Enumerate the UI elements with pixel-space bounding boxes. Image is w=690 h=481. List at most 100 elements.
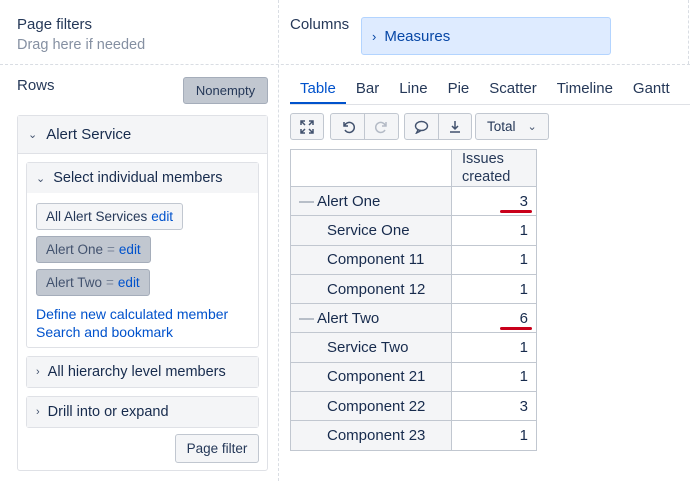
collapse-minus-icon[interactable]: — bbox=[299, 310, 314, 327]
cell-number: 6 bbox=[519, 309, 528, 327]
divider-vertical bbox=[278, 0, 279, 481]
edit-link[interactable]: edit bbox=[151, 209, 173, 224]
page-filter-button[interactable]: Page filter bbox=[175, 434, 259, 463]
tab-scatter[interactable]: Scatter bbox=[479, 72, 547, 104]
table-row: Component 12 1 bbox=[290, 273, 537, 305]
total-dropdown[interactable]: Total ⌄ bbox=[475, 113, 549, 140]
chevron-right-icon: › bbox=[36, 366, 40, 378]
comment-button[interactable] bbox=[404, 113, 439, 140]
total-label: Total bbox=[487, 119, 516, 134]
hierarchy-level-section[interactable]: › All hierarchy level members bbox=[26, 356, 259, 388]
tab-timeline[interactable]: Timeline bbox=[547, 72, 623, 104]
hierarchy-level-label: All hierarchy level members bbox=[47, 364, 226, 380]
export-button[interactable] bbox=[438, 113, 472, 140]
row-label: Alert One bbox=[317, 192, 381, 210]
cell-number: 3 bbox=[519, 397, 528, 415]
row-header-service-one[interactable]: Service One bbox=[290, 215, 452, 246]
view-tabs: Table Bar Line Pie Scatter Timeline Gant… bbox=[290, 72, 680, 104]
tab-table[interactable]: Table bbox=[290, 72, 346, 104]
cell-number: 1 bbox=[519, 280, 528, 298]
member-label: Alert One bbox=[46, 242, 104, 257]
table-row: Service Two 1 bbox=[290, 332, 537, 363]
redo-button[interactable] bbox=[364, 113, 399, 140]
cell-value: 3 bbox=[451, 185, 537, 217]
select-members-header[interactable]: ⌄ Select individual members bbox=[27, 163, 258, 193]
table-row: Component 23 1 bbox=[290, 420, 537, 451]
row-label: Alert Two bbox=[317, 309, 380, 327]
drill-expand-header[interactable]: › Drill into or expand bbox=[27, 397, 258, 427]
table-row: Component 21 1 bbox=[290, 361, 537, 393]
search-and-bookmark-link[interactable]: Search and bookmark bbox=[36, 324, 173, 340]
row-header-component-21[interactable]: Component 21 bbox=[290, 361, 452, 393]
tab-pie[interactable]: Pie bbox=[438, 72, 480, 104]
undo-icon bbox=[342, 121, 355, 133]
columns-title: Columns bbox=[290, 16, 350, 33]
rows-title: Rows bbox=[17, 77, 55, 94]
row-header-alert-one[interactable]: — Alert One bbox=[290, 185, 452, 217]
chevron-down-icon: ⌄ bbox=[527, 121, 537, 133]
cell-value: 1 bbox=[451, 332, 537, 363]
cell-value: 1 bbox=[451, 215, 537, 246]
redo-icon bbox=[374, 121, 387, 133]
cell-value: 1 bbox=[451, 361, 537, 393]
cell-number: 1 bbox=[519, 339, 528, 357]
highlight-underline bbox=[500, 210, 532, 214]
column-header-issues-created[interactable]: Issues created bbox=[451, 149, 537, 187]
page-filters-drop-hint: Drag here if needed bbox=[17, 37, 146, 53]
dimension-name: Alert Service bbox=[46, 126, 132, 143]
row-label: Component 21 bbox=[327, 368, 426, 386]
cell-value: 1 bbox=[451, 273, 537, 305]
edit-link[interactable]: edit bbox=[119, 242, 141, 257]
highlight-underline bbox=[500, 327, 532, 331]
measures-chip-label: Measures bbox=[384, 27, 451, 45]
measures-chip[interactable]: › Measures bbox=[361, 17, 611, 55]
row-label: Service One bbox=[327, 221, 410, 239]
tab-gantt[interactable]: Gantt bbox=[623, 72, 680, 104]
edit-link[interactable]: edit bbox=[118, 275, 140, 290]
tabs-underline bbox=[290, 104, 690, 105]
collapse-minus-icon[interactable]: — bbox=[299, 193, 314, 210]
undo-button[interactable] bbox=[330, 113, 365, 140]
cell-number: 1 bbox=[519, 427, 528, 445]
report-table: Issues created — Alert One 3 Service One … bbox=[290, 149, 537, 451]
dimension-header[interactable]: ⌄ Alert Service bbox=[18, 116, 267, 154]
member-alert-two[interactable]: Alert Two = edit bbox=[36, 269, 150, 296]
page-filters-title: Page filters bbox=[17, 16, 93, 33]
comment-icon bbox=[414, 120, 429, 134]
table-row: Component 11 1 bbox=[290, 244, 537, 275]
cell-number: 1 bbox=[519, 221, 528, 239]
member-label: All Alert Services bbox=[46, 209, 148, 224]
define-calculated-member-link[interactable]: Define new calculated member bbox=[36, 306, 228, 322]
row-header-service-two[interactable]: Service Two bbox=[290, 332, 452, 363]
member-all-alert-services[interactable]: All Alert Services edit bbox=[36, 203, 184, 230]
row-label: Service Two bbox=[327, 339, 409, 357]
fullscreen-button[interactable] bbox=[290, 113, 324, 140]
row-label: Component 12 bbox=[327, 280, 426, 298]
chevron-down-icon: ⌄ bbox=[36, 172, 46, 185]
equals-sign: = bbox=[106, 275, 114, 290]
row-header-alert-two[interactable]: — Alert Two bbox=[290, 303, 452, 334]
row-label: Component 23 bbox=[327, 427, 426, 445]
row-header-component-22[interactable]: Component 22 bbox=[290, 391, 452, 422]
cell-number: 1 bbox=[519, 368, 528, 386]
cell-value: 6 bbox=[451, 303, 537, 334]
drill-expand-section[interactable]: › Drill into or expand bbox=[26, 396, 259, 428]
divider-horizontal bbox=[0, 64, 690, 65]
row-label: Component 22 bbox=[327, 397, 426, 415]
table-corner-cell bbox=[290, 149, 452, 187]
tab-bar[interactable]: Bar bbox=[346, 72, 389, 104]
cell-value: 1 bbox=[451, 420, 537, 451]
member-alert-one[interactable]: Alert One = edit bbox=[36, 236, 151, 263]
row-header-component-11[interactable]: Component 11 bbox=[290, 244, 452, 275]
table-row: Component 22 3 bbox=[290, 391, 537, 422]
fullscreen-icon bbox=[300, 119, 314, 134]
tab-line[interactable]: Line bbox=[389, 72, 437, 104]
select-members-label: Select individual members bbox=[53, 170, 223, 186]
column-header-line1: Issues bbox=[462, 151, 504, 167]
hierarchy-level-header[interactable]: › All hierarchy level members bbox=[27, 357, 258, 387]
row-header-component-12[interactable]: Component 12 bbox=[290, 273, 452, 305]
column-header-line2: created bbox=[462, 169, 511, 185]
table-row: — Alert One 3 bbox=[290, 185, 537, 217]
nonempty-button[interactable]: Nonempty bbox=[183, 77, 268, 104]
row-header-component-23[interactable]: Component 23 bbox=[290, 420, 452, 451]
